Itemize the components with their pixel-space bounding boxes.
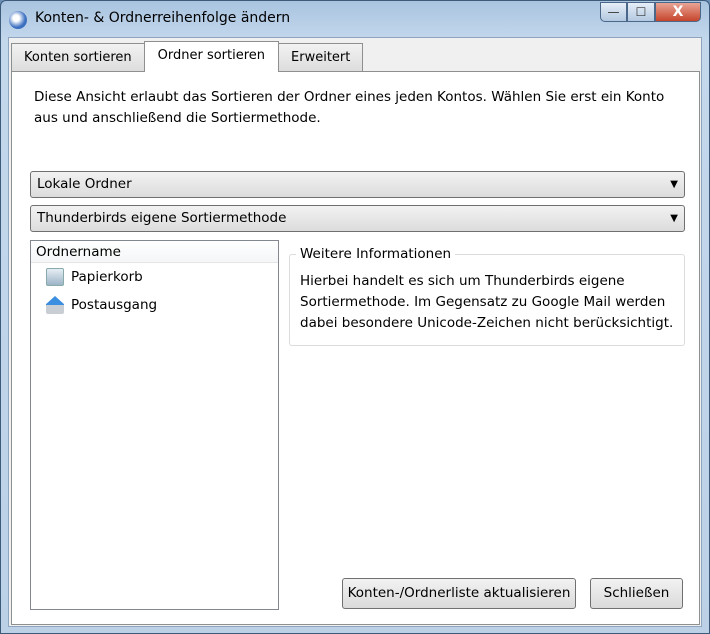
thunderbird-icon [9,11,27,29]
maximize-button[interactable]: ☐ [627,2,655,22]
info-text: Hierbei handelt es sich um Thunderbirds … [300,273,674,331]
dialog-client: Konten sortieren Ordner sortieren Erweit… [8,37,702,627]
tab-panel: Diese Ansicht erlaubt das Sortieren der … [11,71,700,625]
dialog-window: Konten- & Ordnerreihenfolge ändern — ☐ X… [0,0,710,634]
account-select-value: Lokale Ordner [37,176,132,192]
chevron-down-icon: ▼ [670,213,678,224]
column-header-ordnername[interactable]: Ordnername [31,241,278,263]
account-select[interactable]: Lokale Ordner ▼ [30,171,685,198]
info-groupbox: Weitere Informationen Hierbei handelt es… [289,246,685,346]
trash-icon [46,268,64,286]
sort-method-select[interactable]: Thunderbirds eigene Sortiermethode ▼ [30,205,685,232]
minimize-button[interactable]: — [600,2,627,22]
close-window-button[interactable]: X [655,2,701,22]
tab-ordner-sortieren[interactable]: Ordner sortieren [143,41,280,72]
folder-label: Papierkorb [71,269,143,285]
title-bar[interactable]: Konten- & Ordnerreihenfolge ändern — ☐ X [1,1,709,37]
folder-label: Postausgang [71,297,158,313]
outbox-icon [46,296,64,314]
folder-tree[interactable]: Ordnername Papierkorb Postausgang [30,240,279,610]
description-text: Diese Ansicht erlaubt das Sortieren der … [34,89,665,126]
close-button[interactable]: Schließen [590,578,683,609]
tab-bar: Konten sortieren Ordner sortieren Erweit… [11,41,364,72]
chevron-down-icon: ▼ [670,179,678,190]
folder-item-papierkorb[interactable]: Papierkorb [31,263,278,291]
tab-erweitert[interactable]: Erweitert [278,43,364,72]
window-title: Konten- & Ordnerreihenfolge ändern [35,10,291,26]
refresh-list-button[interactable]: Konten-/Ordnerliste aktualisieren [342,578,576,609]
tab-konten-sortieren[interactable]: Konten sortieren [11,43,145,72]
folder-item-postausgang[interactable]: Postausgang [31,291,278,319]
info-legend: Weitere Informationen [296,246,456,262]
sort-method-value: Thunderbirds eigene Sortiermethode [37,210,287,226]
